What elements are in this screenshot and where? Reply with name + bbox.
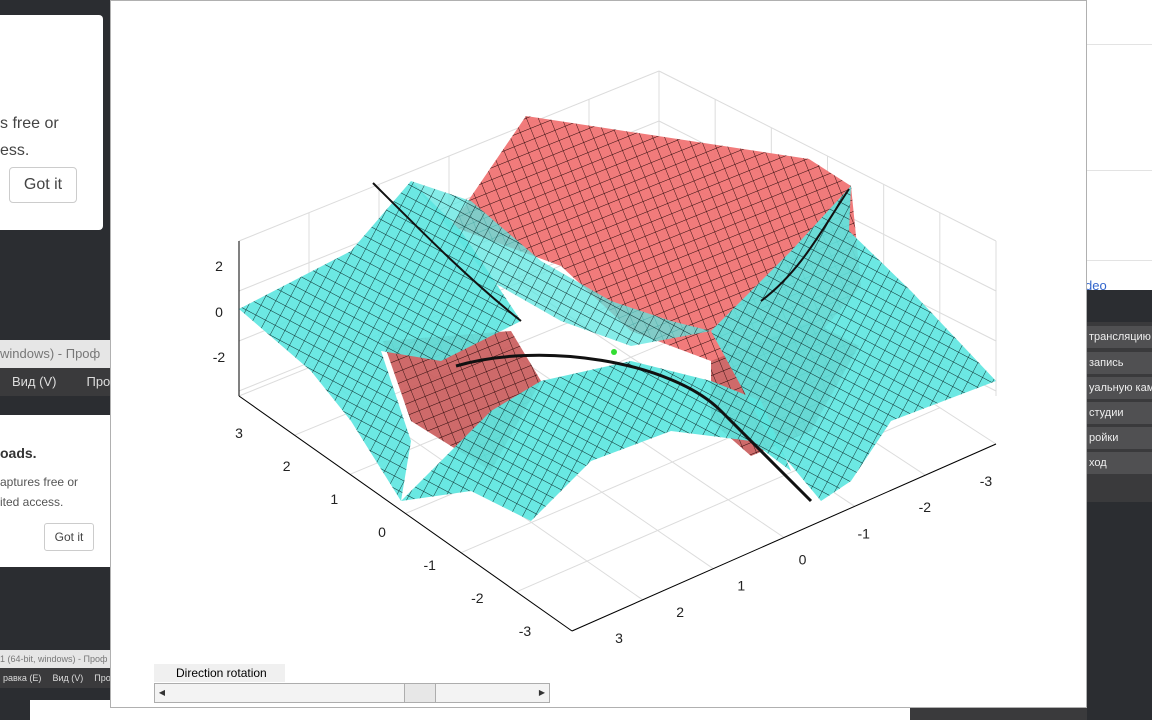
divider [1087,170,1152,171]
background-panel [905,706,1087,720]
virtual-camera-button[interactable]: уальную камеру [1087,377,1152,399]
slider-left-arrow-icon[interactable]: ◀ [155,684,169,702]
video-link[interactable]: deo [1085,278,1107,293]
surface-group [239,116,996,521]
slider-thumb[interactable] [404,684,437,702]
z-tick-label: 2 [215,258,223,274]
surface-plot[interactable]: 2 0 -2 3 2 1 0 -1 -2 -3 3 2 1 0 -1 -2 -3 [111,1,1086,661]
x-tick-label: -2 [919,499,932,515]
figure-window: 2 0 -2 3 2 1 0 -1 -2 -3 3 2 1 0 -1 -2 -3 Direction rotat… [110,0,1087,708]
toast-text-line2: ited access. [0,495,64,509]
divider [1087,44,1152,45]
toast-text-line1: aptures free or [0,475,79,489]
background-panel [30,700,112,720]
x-tick-label: 2 [676,604,684,620]
y-tick-label: 0 [378,524,386,540]
y-tick-label: 2 [283,458,291,474]
studio-mode-button[interactable]: студии [1087,402,1152,424]
direction-rotation-slider[interactable]: ◀ ▶ [154,683,550,703]
z-tick-label: 0 [215,304,223,320]
obs-controls-dock: трансляцию запись уальную камеру студии … [1087,322,1152,502]
obs-window-title-small: 1 (64-bit, windows) - Проф [0,650,112,668]
got-it-button[interactable]: Got it [44,523,94,551]
x-tick-label: 1 [737,578,745,594]
background-browser-page: deo [1085,0,1152,293]
start-recording-button[interactable]: запись [1087,352,1152,374]
settings-button[interactable]: ройки [1087,427,1152,449]
background-panel [110,708,910,720]
toast-heading: oads. [0,445,37,461]
x-tick-label: -1 [857,525,870,541]
y-tick-label: -3 [519,623,532,639]
y-tick-label: 3 [235,425,243,441]
y-tick-label: 1 [330,491,338,507]
z-tick-label: -2 [213,349,226,365]
exit-button[interactable]: ход [1087,452,1152,474]
menu-profile[interactable]: Проф [86,374,112,389]
obs-window-title: windows) - Проф [0,340,112,368]
divider [1087,260,1152,261]
origin-marker [611,349,617,355]
y-tick-label: -2 [471,590,484,606]
y-tick-label: -1 [423,557,436,573]
menu-edit[interactable]: равка (E) [3,673,41,683]
menu-view[interactable]: Вид (V) [52,673,83,683]
direction-rotation-label: Direction rotation [154,664,285,682]
x-tick-label: 0 [799,552,807,568]
x-tick-label: 3 [615,630,623,646]
obs-menu-bar: Вид (V) Проф [0,368,112,396]
got-it-button[interactable]: Got it [9,167,77,203]
menu-view[interactable]: Вид (V) [12,374,56,389]
slider-right-arrow-icon[interactable]: ▶ [535,684,549,702]
obs-menu-bar-small: равка (E)Вид (V)Проф [0,668,112,688]
x-tick-label: -3 [980,473,993,489]
toast-text-line2: ess. [0,142,30,159]
start-streaming-button[interactable]: трансляцию [1087,326,1152,348]
toast-text-line1: s free or [0,115,59,132]
background-cookie-toast-2: oads. aptures free or ited access. Got i… [0,415,112,567]
background-cookie-toast: s free or ess. Got it [0,15,103,230]
